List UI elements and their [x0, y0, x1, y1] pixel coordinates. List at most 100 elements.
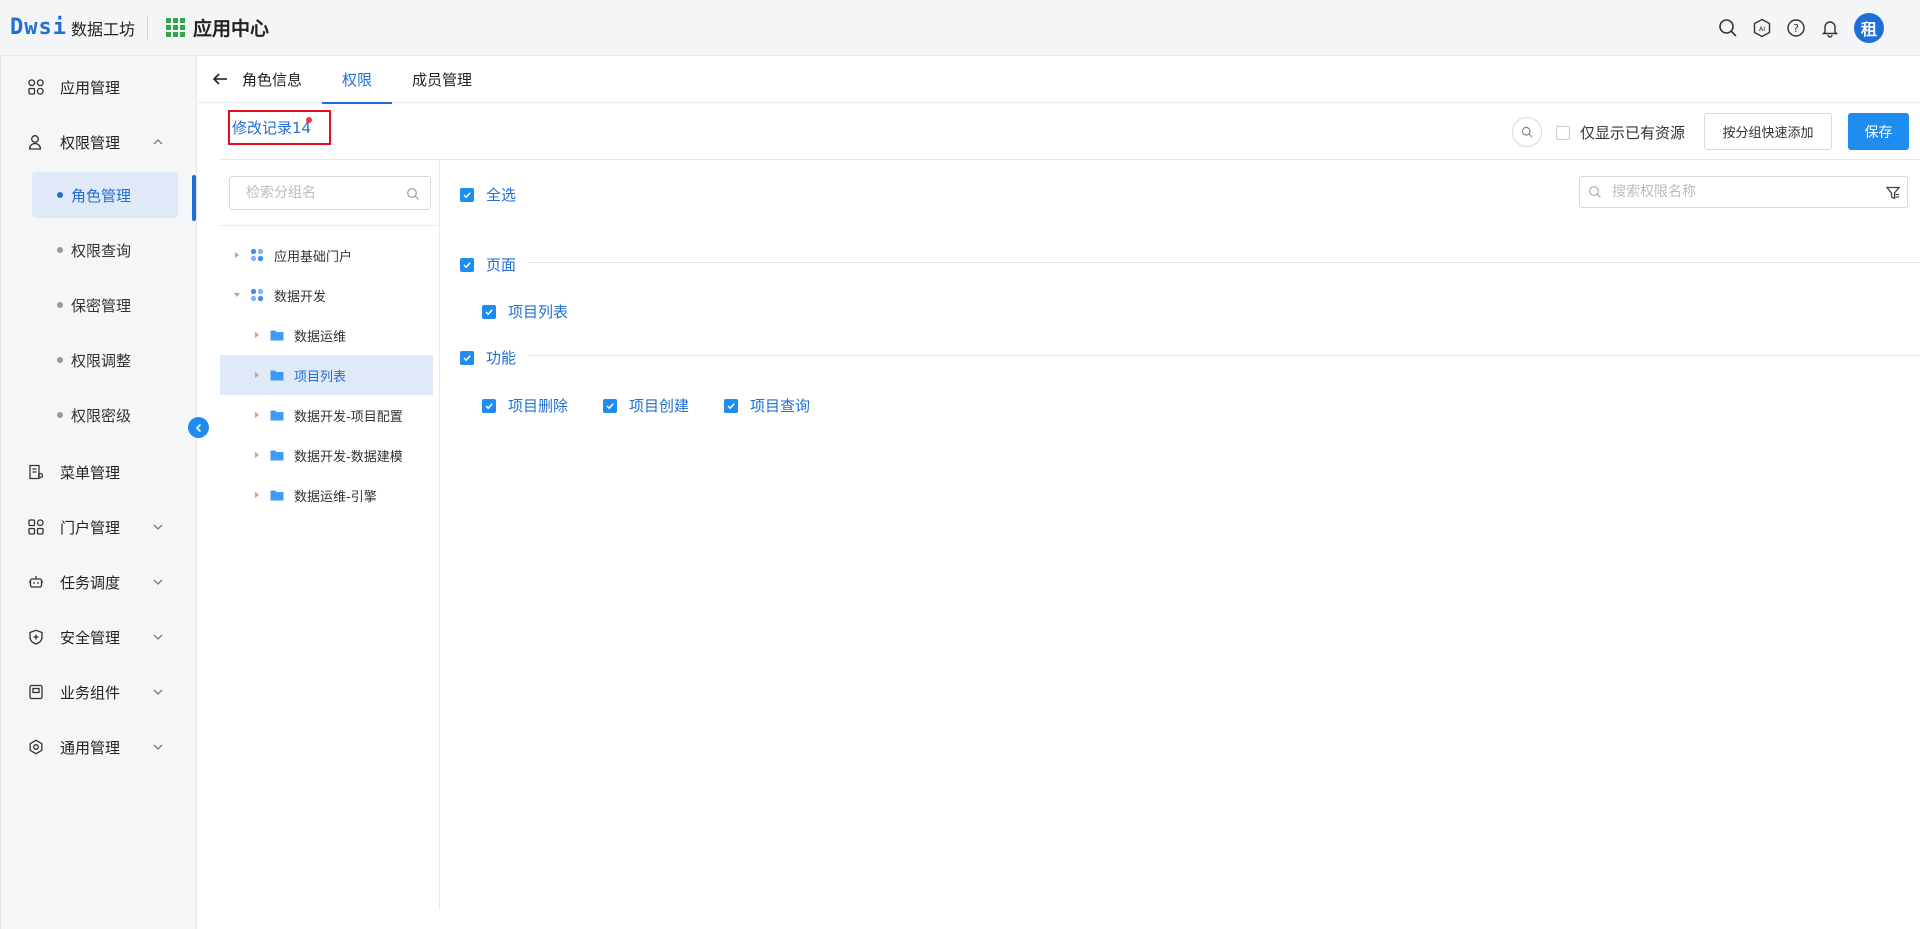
modification-log-link[interactable]: 修改记录14 [228, 110, 331, 145]
caret-right-icon[interactable] [252, 330, 262, 340]
permission-item-label: 项目创建 [629, 397, 690, 415]
caret-right-icon[interactable] [252, 410, 262, 420]
tab-permissions[interactable]: 权限 [322, 56, 393, 104]
checkbox-checked[interactable] [460, 257, 474, 272]
tree-node-label: 数据开发 [274, 289, 327, 305]
search-icon[interactable] [1716, 16, 1740, 40]
app-group-icon [250, 288, 264, 302]
back-arrow-icon[interactable] [210, 69, 230, 89]
only-existing-resources-checkbox[interactable]: 仅显示已有资源 [1556, 122, 1685, 143]
sidebar-item-portal-management[interactable]: 门户管理 [1, 507, 197, 547]
checkbox-unchecked[interactable] [1556, 125, 1570, 140]
tree-node[interactable]: 数据运维-引擎 [220, 475, 433, 515]
notification-bell-icon[interactable] [1818, 16, 1842, 40]
ai-assistant-icon[interactable]: AI [1750, 16, 1774, 40]
sidebar-subitem-label: 权限密级 [71, 406, 132, 425]
permission-search-input[interactable] [1612, 184, 1882, 200]
caret-right-icon[interactable] [252, 490, 262, 500]
only-existing-resources-label: 仅显示已有资源 [1580, 124, 1686, 142]
tree-node[interactable]: 数据运维 [220, 315, 433, 355]
permission-search-box [1579, 176, 1908, 208]
modification-log-label: 修改记录14 [232, 119, 312, 137]
sidebar-item-label: 任务调度 [60, 573, 121, 592]
unread-dot [306, 117, 312, 123]
save-button[interactable]: 保存 [1848, 113, 1909, 150]
sidebar-item-security-management[interactable]: 安全管理 [1, 617, 197, 657]
chevron-down-icon [153, 744, 163, 750]
section-checkbox-function[interactable]: 功能 [460, 347, 516, 368]
sidebar-collapse-button[interactable] [188, 417, 209, 438]
tree-node[interactable]: 应用基础门户 [220, 235, 433, 275]
tab-member-management[interactable]: 成员管理 [392, 56, 492, 103]
permission-item-checkbox[interactable]: 项目列表 [482, 301, 568, 322]
sidebar-subitem-permission-adjust[interactable]: 权限调整 [32, 337, 178, 383]
sidebar: 应用管理 权限管理 角色管理 权限查询 保密管理 权限调整 权限密级 菜单管理 [0, 56, 197, 929]
active-indicator [192, 175, 196, 221]
sidebar-item-permission-management[interactable]: 权限管理 [1, 122, 197, 162]
chevron-left-icon [195, 423, 201, 432]
app-center-label: 应用中心 [193, 18, 270, 40]
robot-icon [26, 572, 46, 592]
section-checkbox-page[interactable]: 页面 [460, 254, 516, 275]
tree-node[interactable]: 数据开发-项目配置 [220, 395, 433, 435]
sidebar-item-app-management[interactable]: 应用管理 [1, 67, 197, 107]
sidebar-item-general-management[interactable]: 通用管理 [1, 727, 197, 767]
sidebar-item-task-scheduling[interactable]: 任务调度 [1, 562, 197, 602]
folder-icon [270, 368, 284, 382]
caret-right-icon[interactable] [232, 250, 242, 260]
avatar[interactable]: 租 [1854, 13, 1884, 43]
group-search-input[interactable] [246, 185, 406, 201]
select-all-checkbox[interactable]: 全选 [460, 184, 516, 205]
sidebar-subitem-role-management[interactable]: 角色管理 [32, 172, 178, 218]
sidebar-subitem-label: 权限查询 [71, 241, 132, 260]
sidebar-item-label: 通用管理 [60, 738, 121, 757]
checkbox-checked[interactable] [724, 398, 738, 413]
apps-icon [26, 77, 46, 97]
permission-item-label: 项目删除 [508, 397, 569, 415]
user-lock-icon [26, 132, 46, 152]
permission-item-checkbox[interactable]: 项目查询 [724, 395, 810, 416]
permission-item-checkbox[interactable]: 项目创建 [603, 395, 689, 416]
tree-node[interactable]: 数据开发 [220, 275, 433, 315]
quick-add-by-group-button[interactable]: 按分组快速添加 [1704, 113, 1832, 150]
sidebar-item-label: 菜单管理 [60, 463, 121, 482]
header-divider [147, 14, 148, 41]
checkbox-checked[interactable] [460, 187, 474, 202]
divider [220, 225, 440, 226]
app-center-title[interactable]: 应用中心 [166, 14, 269, 41]
permission-panel: 全选 页面 项目列表 功能 项目删除 项目创建 项目查询 [441, 160, 1920, 910]
sidebar-subitem-secrecy-management[interactable]: 保密管理 [32, 282, 178, 328]
checkbox-checked[interactable] [482, 304, 496, 319]
caret-right-icon[interactable] [252, 450, 262, 460]
app-grid-icon [166, 18, 185, 37]
tree-node-selected[interactable]: 项目列表 [220, 355, 433, 395]
section-divider [529, 355, 1920, 356]
toolbar-search-button[interactable] [1512, 117, 1542, 147]
sidebar-item-business-components[interactable]: 业务组件 [1, 672, 197, 712]
component-icon [26, 682, 46, 702]
folder-icon [270, 488, 284, 502]
sidebar-item-label: 业务组件 [60, 683, 121, 702]
section-label: 页面 [486, 256, 517, 274]
help-icon[interactable]: ? [1784, 16, 1808, 40]
checkbox-checked[interactable] [460, 350, 474, 365]
search-icon[interactable] [406, 187, 420, 201]
sidebar-item-label: 权限管理 [60, 133, 121, 152]
tree-node-label: 应用基础门户 [274, 249, 353, 265]
tree-node[interactable]: 数据开发-数据建模 [220, 435, 433, 475]
caret-down-icon[interactable] [232, 290, 242, 300]
checkbox-checked[interactable] [603, 398, 617, 413]
permission-item-checkbox[interactable]: 项目删除 [482, 395, 568, 416]
filter-icon[interactable] [1885, 185, 1901, 201]
caret-right-icon[interactable] [252, 370, 262, 380]
bullet-dot [57, 412, 63, 418]
chevron-down-icon [153, 579, 163, 585]
sidebar-subitem-permission-classification[interactable]: 权限密级 [32, 392, 178, 438]
menu-doc-icon [26, 462, 46, 482]
tab-role-info[interactable]: 角色信息 [242, 56, 322, 103]
permission-item-label: 项目查询 [750, 397, 811, 415]
logo[interactable]: Dwsi 数据工坊 [10, 15, 135, 40]
checkbox-checked[interactable] [482, 398, 496, 413]
sidebar-subitem-permission-query[interactable]: 权限查询 [32, 227, 178, 273]
sidebar-item-menu-management[interactable]: 菜单管理 [1, 452, 197, 492]
